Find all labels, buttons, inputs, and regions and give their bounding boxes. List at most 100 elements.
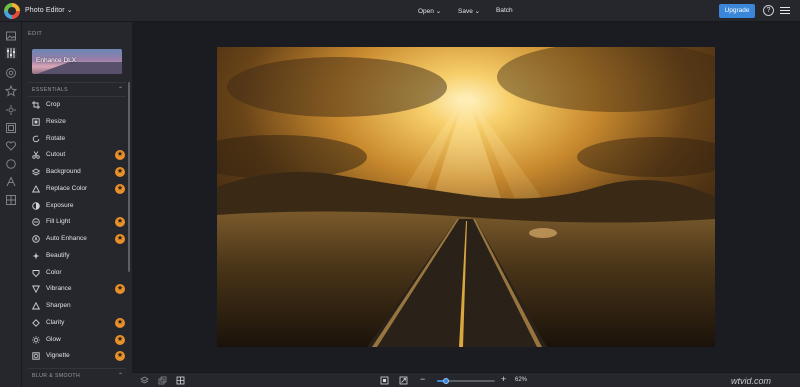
vibrance-icon [32, 285, 40, 294]
premium-star-icon: ★ [115, 150, 125, 161]
tool-beautify[interactable]: Beautify [22, 248, 126, 264]
edit-panel-heading: EDIT [28, 31, 43, 37]
texture-icon[interactable] [5, 194, 17, 206]
divider [28, 82, 126, 83]
fit-screen-icon[interactable] [380, 376, 389, 385]
edit-panel: EDIT Enhance DLX ESSENTIALS ⌃ Crop Resize… [22, 22, 132, 387]
tool-label: Sharpen [46, 302, 71, 309]
touch-up-icon[interactable] [5, 104, 17, 116]
tool-label: Auto Enhance [46, 235, 87, 242]
sparkle-icon [32, 252, 40, 260]
essentials-section-header[interactable]: ESSENTIALS ⌃ [22, 84, 126, 96]
frames-icon[interactable] [5, 122, 17, 134]
copy-icon[interactable] [158, 376, 167, 385]
auto-enhance-icon [32, 235, 40, 243]
blur-smooth-section-header[interactable]: BLUR & SMOOTH ⌃ [22, 370, 126, 382]
layers-icon [32, 168, 40, 176]
clarity-icon [32, 318, 40, 327]
actual-size-icon[interactable] [399, 376, 408, 385]
tool-replace-color[interactable]: Replace Color ★ [22, 181, 126, 197]
tool-label: Color [46, 268, 62, 276]
layers-icon[interactable] [140, 376, 149, 385]
tool-fill-light[interactable]: Fill Light ★ [22, 214, 126, 230]
tool-vignette[interactable]: Vignette ★ [22, 348, 126, 364]
open-menu[interactable]: Open ⌄ [418, 7, 441, 15]
edit-sliders-icon[interactable] [5, 47, 17, 59]
tool-sharpen[interactable]: Sharpen [22, 298, 126, 314]
photo-canvas[interactable] [217, 47, 715, 347]
exposure-icon [32, 201, 40, 210]
premium-star-icon: ★ [115, 334, 125, 345]
grid-icon[interactable] [176, 376, 185, 385]
image-icon[interactable] [5, 30, 17, 42]
tool-color[interactable]: Color [22, 265, 126, 281]
chevron-up-icon: ⌃ [118, 87, 124, 93]
tool-label: Glow [46, 335, 61, 343]
tool-label: Resize [46, 117, 66, 125]
tool-crop[interactable]: Crop [22, 97, 126, 113]
tool-label: Exposure [46, 201, 74, 209]
zoom-in-button[interactable]: + [501, 374, 506, 384]
scissors-icon [32, 151, 40, 159]
premium-star-icon: ★ [115, 351, 125, 362]
heart-icon[interactable] [5, 140, 17, 152]
chevron-up-icon: ⌃ [118, 373, 124, 379]
tool-background[interactable]: Background ★ [22, 164, 126, 180]
tool-label: Clarity [46, 318, 65, 326]
tool-label: Vibrance [46, 285, 72, 293]
star-icon[interactable] [5, 85, 17, 97]
crop-icon [32, 101, 40, 109]
enhance-dlx-card[interactable]: Enhance DLX [32, 49, 122, 74]
divider [28, 368, 126, 369]
text-icon[interactable] [5, 176, 17, 188]
tool-label: Crop [46, 101, 61, 108]
premium-star-icon: ★ [115, 317, 125, 328]
glow-icon [32, 335, 40, 344]
premium-star-icon: ★ [115, 183, 125, 194]
essentials-section-label: ESSENTIALS [32, 87, 69, 93]
save-menu[interactable]: Save ⌄ [458, 7, 480, 15]
help-icon[interactable]: ? [763, 5, 774, 16]
tool-label: Rotate [46, 134, 66, 142]
tool-vibrance[interactable]: Vibrance ★ [22, 281, 126, 297]
tool-rotate[interactable]: Rotate [22, 131, 126, 147]
tool-label: Cutout [46, 151, 66, 159]
rotate-icon [32, 135, 40, 143]
zoom-slider-thumb[interactable] [442, 378, 449, 384]
tool-label: Beautify [46, 251, 70, 259]
top-bar: Photo Editor ⌄ Open ⌄ Save ⌄ Batch Upgra… [0, 0, 800, 22]
shapes-icon[interactable] [5, 158, 17, 170]
app-logo-icon[interactable] [4, 3, 20, 19]
zoom-out-button[interactable]: − [420, 374, 425, 384]
premium-star-icon: ★ [115, 234, 125, 244]
zoom-slider[interactable] [437, 378, 495, 384]
bottom-toolbar: − + 62% [132, 372, 800, 387]
app-title-dropdown[interactable]: Photo Editor ⌄ [25, 6, 73, 14]
tool-glow[interactable]: Glow ★ [22, 332, 126, 348]
resize-icon [32, 118, 40, 126]
hamburger-menu-icon[interactable] [780, 7, 790, 15]
effects-icon[interactable] [5, 67, 17, 79]
enhance-dlx-label: Enhance DLX [36, 57, 77, 64]
tool-label: Vignette [46, 352, 70, 360]
canvas-area [132, 22, 800, 372]
color-icon [32, 269, 40, 277]
tool-exposure[interactable]: Exposure [22, 198, 126, 214]
zoom-percentage: 62% [515, 377, 528, 383]
upgrade-button[interactable]: Upgrade [719, 4, 755, 18]
tool-cutout[interactable]: Cutout ★ [22, 147, 126, 163]
tool-auto-enhance[interactable]: Auto Enhance ★ [22, 231, 126, 247]
premium-star-icon: ★ [115, 167, 125, 177]
watermark: wtvid.com [731, 376, 772, 386]
sharpen-icon [32, 302, 40, 310]
tool-label: Replace Color [46, 184, 88, 192]
panel-scrollbar[interactable] [128, 82, 130, 272]
premium-star-icon: ★ [115, 284, 125, 295]
fill-light-icon [32, 218, 40, 226]
tool-category-rail [0, 22, 22, 387]
tool-label: Background [46, 168, 81, 175]
batch-menu[interactable]: Batch [496, 7, 513, 14]
tool-clarity[interactable]: Clarity ★ [22, 315, 126, 331]
tool-resize[interactable]: Resize [22, 114, 126, 130]
triangle-icon [32, 184, 40, 193]
